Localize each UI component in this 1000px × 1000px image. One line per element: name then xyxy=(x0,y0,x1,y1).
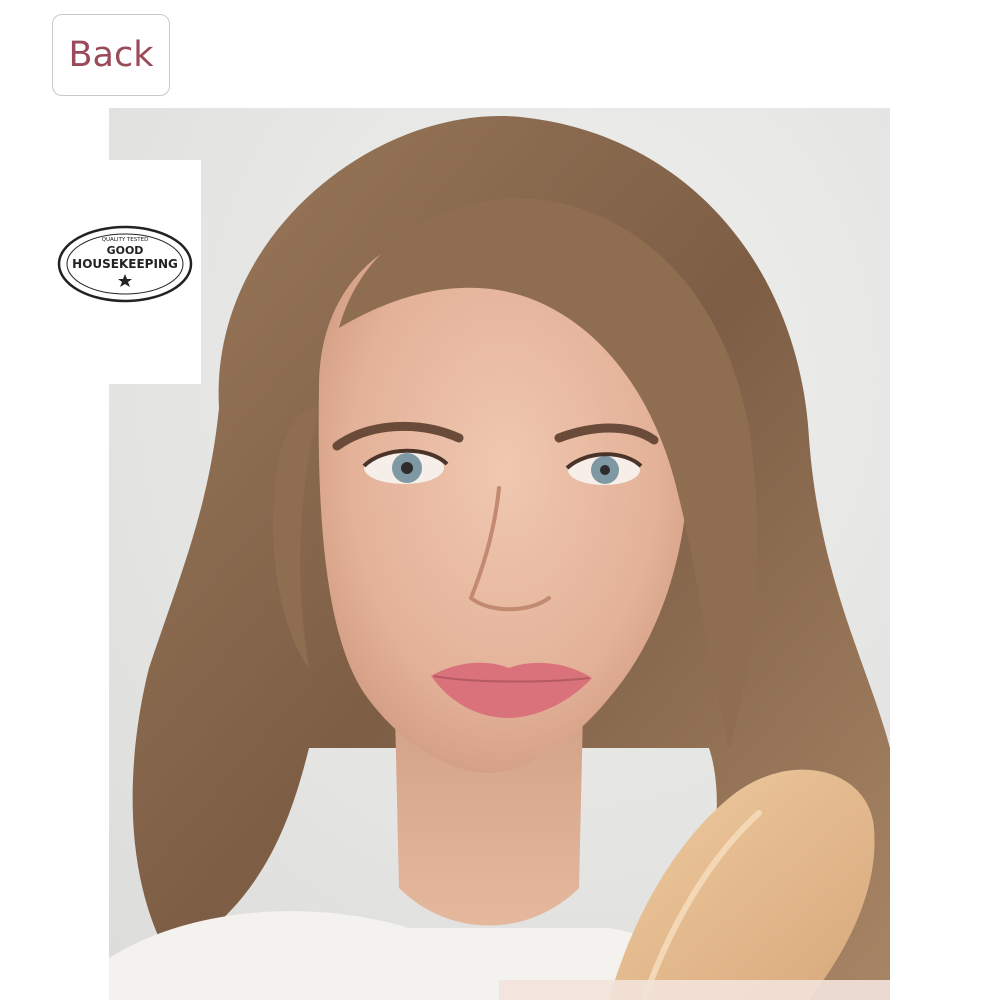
seal-main-text-2: HOUSEKEEPING xyxy=(72,257,178,271)
back-button-label: Back xyxy=(68,35,154,75)
back-button[interactable]: Back xyxy=(52,14,170,96)
page: Back QUALITY TESTED GOOD HOUSEKEEPING xyxy=(0,0,1000,1000)
hero-image xyxy=(109,108,890,1000)
good-housekeeping-seal-icon: QUALITY TESTED GOOD HOUSEKEEPING xyxy=(57,225,193,303)
seal-main-text-1: GOOD xyxy=(107,244,144,257)
seal-top-text: QUALITY TESTED xyxy=(102,237,149,243)
model-portrait-image xyxy=(109,108,890,1000)
